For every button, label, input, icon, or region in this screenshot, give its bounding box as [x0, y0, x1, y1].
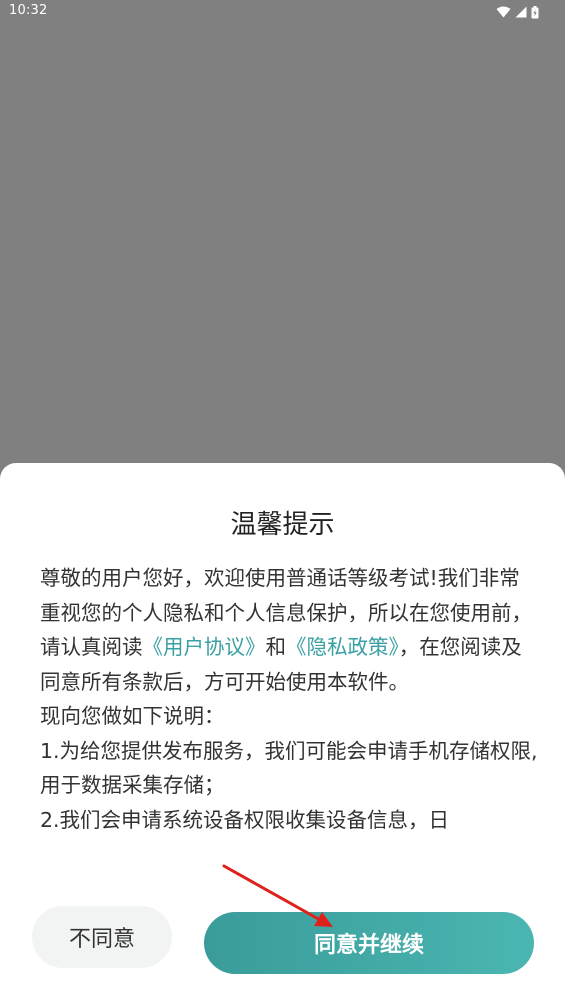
dialog-title: 温馨提示 [230, 510, 335, 540]
intro-paragraph: 尊敬的用户您好，欢迎使用普通话等级考试!我们非常重视您的个人隐私和个人信息保护，… [40, 561, 540, 699]
explanation-item-2: 2.我们会申请系统设备权限收集设备信息，日 [40, 807, 450, 832]
explanation-heading: 现向您做如下说明： [40, 704, 225, 728]
agree-continue-button[interactable]: 同意并继续 [204, 912, 534, 974]
and-text: 和 [265, 635, 287, 659]
wifi-icon [496, 6, 511, 18]
signal-icon [515, 6, 527, 18]
dialog-body[interactable]: 尊敬的用户您好，欢迎使用普通话等级考试!我们非常重视您的个人隐私和个人信息保护，… [40, 561, 540, 870]
explanation-item-1: 1.为给您提供发布服务，我们可能会申请手机存储权限, 用于数据采集存储； [40, 738, 538, 798]
status-icons [496, 5, 539, 19]
status-bar: 10:32 [0, 0, 565, 24]
user-agreement-link[interactable]: 《用户协议》 [143, 635, 266, 659]
disagree-button[interactable]: 不同意 [32, 906, 172, 968]
privacy-policy-link[interactable]: 《隐私政策》 [286, 635, 399, 659]
battery-icon [531, 5, 539, 19]
status-time: 10:32 [9, 3, 48, 18]
